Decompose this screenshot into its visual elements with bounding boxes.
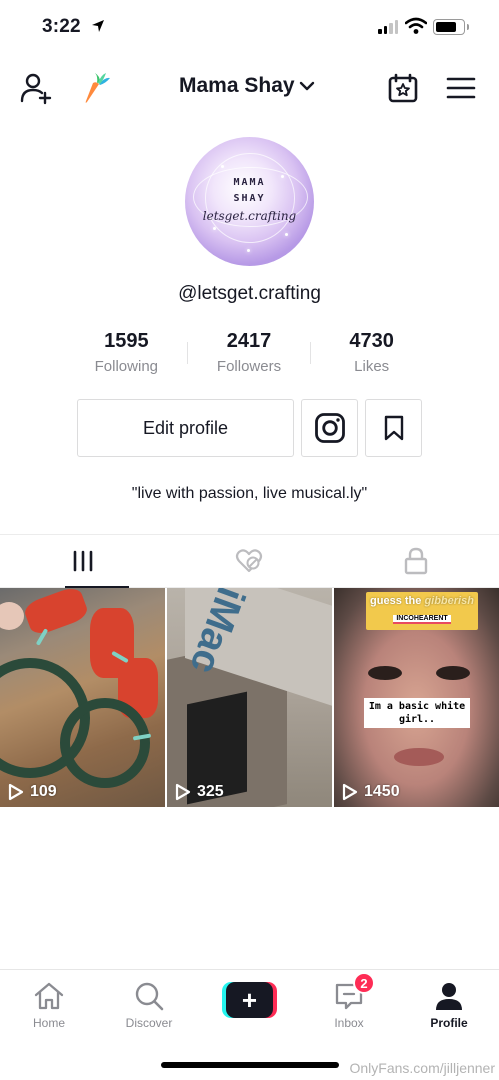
nav-profile[interactable]: Profile xyxy=(409,978,489,1030)
play-icon xyxy=(175,783,191,801)
profile-bio: "live with passion, live musical.ly" xyxy=(131,485,368,502)
nav-home[interactable]: Home xyxy=(9,978,89,1030)
add-friend-button[interactable] xyxy=(18,70,54,106)
profile-icon xyxy=(436,983,462,1010)
profile-header: Mama Shay xyxy=(0,62,499,114)
cellular-signal-icon xyxy=(378,20,398,34)
view-count-text: 1450 xyxy=(364,783,400,800)
play-icon xyxy=(8,783,24,801)
video-thumbnail[interactable]: 109 xyxy=(0,588,165,807)
stat-value: 4730 xyxy=(349,330,394,352)
play-icon xyxy=(342,783,358,801)
carrot-icon[interactable] xyxy=(78,70,114,106)
status-bar: 3:22 xyxy=(0,0,499,56)
view-count-text: 109 xyxy=(30,783,57,800)
nav-label: Inbox xyxy=(334,1016,364,1030)
stat-likes[interactable]: 4730 Likes xyxy=(310,330,433,380)
watermark: OnlyFans.com/jilljenner xyxy=(349,1060,496,1076)
view-count-text: 325 xyxy=(197,783,224,800)
stat-value: 1595 xyxy=(104,330,149,352)
location-arrow-icon xyxy=(92,20,104,32)
stat-following[interactable]: 1595 Following xyxy=(65,330,188,380)
wifi-icon xyxy=(405,17,427,34)
profile-stats: 1595 Following 2417 Followers 4730 Likes xyxy=(65,330,433,380)
nav-label: Home xyxy=(32,1016,65,1030)
header-username: Mama Shay xyxy=(179,74,295,97)
instagram-button[interactable] xyxy=(301,399,358,457)
stat-followers[interactable]: 2417 Followers xyxy=(188,330,311,380)
bookmark-icon xyxy=(384,415,403,441)
grid-lines-icon xyxy=(73,550,93,572)
view-count: 1450 xyxy=(342,783,400,801)
search-icon xyxy=(135,982,164,1011)
stat-value: 2417 xyxy=(226,330,272,352)
view-count: 325 xyxy=(175,783,224,801)
tab-videos[interactable] xyxy=(0,535,166,588)
battery-icon xyxy=(433,19,469,35)
instagram-icon xyxy=(314,413,345,443)
notification-badge: 2 xyxy=(353,972,375,994)
nav-label: Profile xyxy=(430,1016,468,1030)
video-title-sticker: guess the gibberish INCOHEARENT xyxy=(366,592,478,630)
lock-icon xyxy=(404,547,428,575)
avatar-text-line1: MAMA xyxy=(233,177,266,188)
stat-label: Likes xyxy=(354,358,390,375)
avatar[interactable]: MAMA SHAY letsget.crafting xyxy=(185,137,314,266)
stat-label: Following xyxy=(94,358,159,375)
favorites-button[interactable] xyxy=(365,399,422,457)
content-tabs xyxy=(0,534,499,588)
video-thumbnail[interactable]: iMac 325 xyxy=(167,588,332,807)
nav-discover[interactable]: Discover xyxy=(109,978,189,1030)
hamburger-menu-icon xyxy=(446,77,476,99)
chevron-down-icon xyxy=(299,81,314,91)
video-title-emphasis: gibberish xyxy=(424,595,474,607)
home-icon xyxy=(34,982,64,1010)
status-time: 3:22 xyxy=(42,16,81,37)
create-video-button[interactable]: + xyxy=(222,982,277,1018)
plus-icon: + xyxy=(226,982,273,1018)
video-title-prefix: guess the xyxy=(370,595,425,607)
view-count: 109 xyxy=(8,783,57,801)
hidden-heart-icon xyxy=(236,549,263,573)
home-indicator[interactable] xyxy=(161,1062,339,1068)
calendar-button[interactable] xyxy=(384,69,422,107)
avatar-text-line3: letsget.crafting xyxy=(202,209,297,223)
edit-profile-button[interactable]: Edit profile xyxy=(77,399,294,457)
add-user-icon xyxy=(20,73,52,105)
avatar-text-line2: SHAY xyxy=(233,193,266,204)
video-caption: Im a basic white girl.. xyxy=(364,698,470,728)
carrot-icon-graphic xyxy=(85,73,110,103)
nav-label: Discover xyxy=(125,1016,173,1030)
tab-liked[interactable] xyxy=(166,535,332,587)
tab-private[interactable] xyxy=(333,535,499,587)
battery-level xyxy=(436,22,456,32)
calendar-star-icon xyxy=(388,73,418,103)
stat-label: Followers xyxy=(216,358,282,375)
account-switcher-dropdown[interactable]: Mama Shay xyxy=(179,74,315,98)
video-thumbnail[interactable]: guess the gibberish INCOHEARENT Im a bas… xyxy=(334,588,499,807)
video-grid: 109 iMac 325 guess the gibberish INCOHEA… xyxy=(0,588,499,807)
profile-handle: @letsget.crafting xyxy=(178,283,321,304)
video-tag: INCOHEARENT xyxy=(393,615,451,624)
nav-inbox[interactable]: 2 Inbox xyxy=(309,972,389,1030)
menu-button[interactable] xyxy=(443,70,479,106)
